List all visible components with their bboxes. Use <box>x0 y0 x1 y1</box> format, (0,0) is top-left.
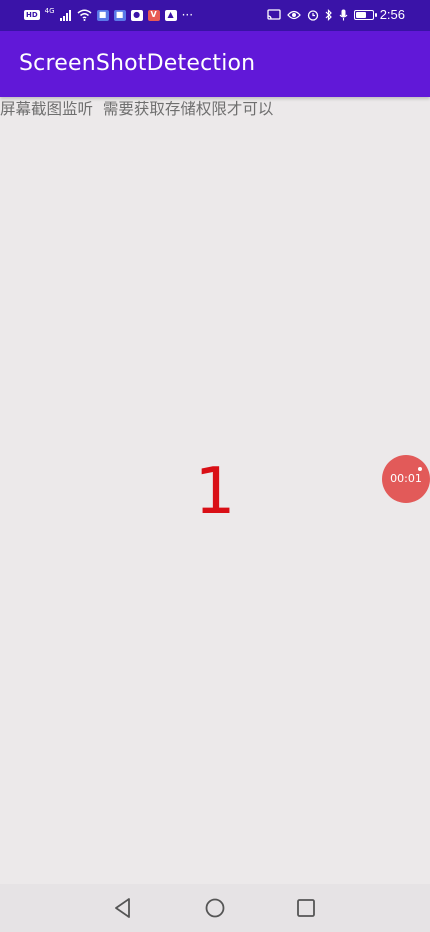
status-left-icons: HD 4G ■ ■ ● V ▲ ··· <box>24 6 194 22</box>
v-app-icon: V <box>147 9 160 21</box>
battery-icon <box>353 9 377 20</box>
app-bar: ScreenShotDetection <box>0 31 430 97</box>
battery-level-fill <box>355 11 367 18</box>
recents-icon[interactable] <box>294 896 318 920</box>
cell-signal-icon <box>59 9 71 21</box>
navigation-bar <box>0 884 430 932</box>
back-icon[interactable] <box>111 896 135 920</box>
wifi-icon <box>77 9 92 21</box>
microphone-icon <box>339 9 348 20</box>
recording-elapsed-time: 00:01 <box>390 472 422 485</box>
recording-indicator-dot <box>418 467 422 471</box>
app-title: ScreenShotDetection <box>19 51 256 76</box>
cast-icon <box>267 8 281 20</box>
permission-hint-text: 屏幕截图监听 需要获取存储权限才可以 <box>0 100 274 118</box>
more-notifications-icon: ··· <box>181 8 194 22</box>
status-bar: HD 4G ■ ■ ● V ▲ ··· 2:56 <box>0 0 430 31</box>
screenshot-counter: 1 <box>194 455 236 529</box>
video-app-icon: ■ <box>96 9 109 21</box>
bluetooth-icon <box>325 8 332 21</box>
account-icon: ● <box>130 9 143 21</box>
alert-app-icon: ▲ <box>164 9 177 21</box>
video-app-icon-2: ■ <box>113 9 126 21</box>
home-icon[interactable] <box>203 896 227 920</box>
network-type-label: 4G <box>44 6 55 15</box>
eye-icon <box>286 10 301 19</box>
status-time: 2:56 <box>379 7 405 22</box>
alarm-icon <box>307 9 318 21</box>
status-right-icons: 2:56 <box>267 7 405 22</box>
hd-badge: HD <box>24 10 40 20</box>
recording-timer-bubble[interactable]: 00:01 <box>382 455 430 503</box>
